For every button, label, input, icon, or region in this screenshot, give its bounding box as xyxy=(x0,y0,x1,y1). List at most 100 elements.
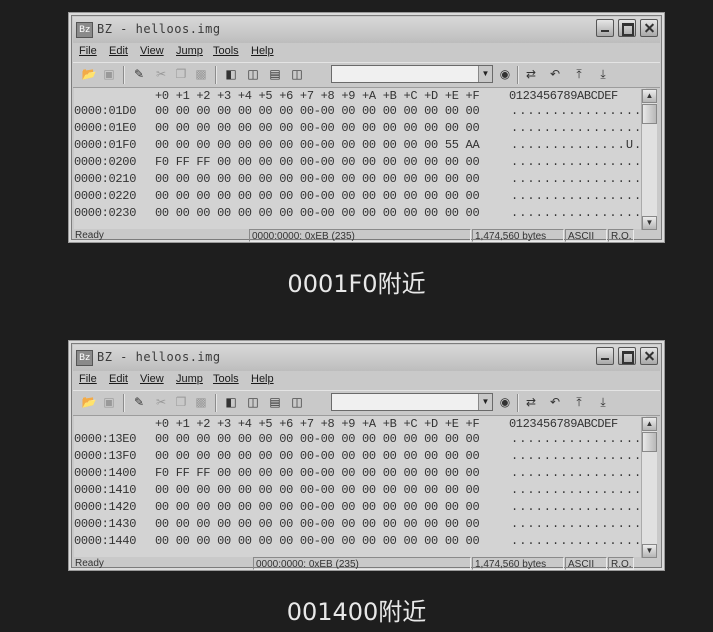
row-ascii: ..............U. xyxy=(511,138,643,152)
paste-icon[interactable]: ▩ xyxy=(193,66,209,82)
maximize-button[interactable] xyxy=(618,19,636,37)
row-address: 0000:01D0 xyxy=(74,104,137,118)
scroll-down-icon[interactable]: ▼ xyxy=(642,216,657,230)
view-split-vertical-icon[interactable]: ◫ xyxy=(245,394,261,410)
row-address: 0000:1440 xyxy=(74,534,137,548)
paste-icon[interactable]: ▩ xyxy=(193,394,209,410)
title-bar[interactable]: Bz BZ - helloos.img xyxy=(73,345,660,371)
menu-file[interactable]: File xyxy=(79,45,97,57)
save-icon[interactable]: ▣ xyxy=(101,66,117,82)
minimize-button[interactable] xyxy=(596,19,614,37)
row-address: 0000:13E0 xyxy=(74,432,137,446)
jump-top-icon[interactable]: ⤒ xyxy=(571,394,587,410)
menu-view[interactable]: View xyxy=(140,45,164,57)
view-compare-icon[interactable]: ◫ xyxy=(289,394,305,410)
row-ascii: ................ xyxy=(511,155,643,169)
menu-jump[interactable]: Jump xyxy=(176,373,203,385)
close-button[interactable] xyxy=(640,347,658,365)
copy-icon[interactable]: ❐ xyxy=(173,394,189,410)
save-icon[interactable]: ▣ xyxy=(101,394,117,410)
status-mode: R.O. xyxy=(608,557,634,570)
ascii-column-header: 0123456789ABCDEF xyxy=(509,89,618,103)
status-ready: Ready xyxy=(75,230,104,241)
chevron-down-icon[interactable]: ▼ xyxy=(478,394,492,410)
caption-2: 001400附近 xyxy=(286,598,427,626)
open-icon[interactable]: 📂 xyxy=(81,66,97,82)
jump-top-icon[interactable]: ⤒ xyxy=(571,66,587,82)
row-ascii: ................ xyxy=(511,189,643,203)
vertical-scrollbar[interactable]: ▲ ▼ xyxy=(641,417,657,558)
status-encoding: ASCII xyxy=(565,557,607,570)
menu-edit[interactable]: Edit xyxy=(109,45,128,57)
row-ascii: ................ xyxy=(511,121,643,135)
menu-edit[interactable]: Edit xyxy=(109,373,128,385)
compare-icon[interactable]: ⇄ xyxy=(523,66,539,82)
status-position: 0000:0000: 0xEB (235) xyxy=(253,557,471,570)
binoculars-icon[interactable]: ◉ xyxy=(497,66,513,82)
cut-mode-icon[interactable]: ✎ xyxy=(131,66,147,82)
toolbar-separator xyxy=(215,394,217,412)
row-bytes: F0 FF FF 00 00 00 00 00-00 00 00 00 00 0… xyxy=(155,155,480,169)
caption-1: 0001F0附近 xyxy=(287,270,426,298)
menu-jump[interactable]: Jump xyxy=(176,45,203,57)
view-single-icon[interactable]: ◧ xyxy=(223,66,239,82)
hex-column-header: +0 +1 +2 +3 +4 +5 +6 +7 +8 +9 +A +B +C +… xyxy=(155,89,480,103)
view-split-horizontal-icon[interactable]: ▤ xyxy=(267,394,283,410)
maximize-button[interactable] xyxy=(618,347,636,365)
hex-column-header: +0 +1 +2 +3 +4 +5 +6 +7 +8 +9 +A +B +C +… xyxy=(155,417,480,431)
menu-file[interactable]: File xyxy=(79,373,97,385)
chevron-down-icon[interactable]: ▼ xyxy=(478,66,492,82)
search-combo[interactable]: ▼ xyxy=(331,393,493,411)
row-ascii: ................ xyxy=(511,449,643,463)
binoculars-icon[interactable]: ◉ xyxy=(497,394,513,410)
title-bar[interactable]: Bz BZ - helloos.img xyxy=(73,17,660,43)
hex-view[interactable]: +0 +1 +2 +3 +4 +5 +6 +7 +8 +9 +A +B +C +… xyxy=(74,416,646,557)
row-address: 0000:1400 xyxy=(74,466,137,480)
status-mode: R.O. xyxy=(608,229,634,242)
status-encoding: ASCII xyxy=(565,229,607,242)
view-single-icon[interactable]: ◧ xyxy=(223,394,239,410)
jump-bottom-icon[interactable]: ⤓ xyxy=(595,66,611,82)
scroll-down-icon[interactable]: ▼ xyxy=(642,544,657,558)
search-combo[interactable]: ▼ xyxy=(331,65,493,83)
row-bytes: 00 00 00 00 00 00 00 00-00 00 00 00 00 0… xyxy=(155,138,480,152)
hex-view[interactable]: +0 +1 +2 +3 +4 +5 +6 +7 +8 +9 +A +B +C +… xyxy=(74,88,646,229)
scroll-thumb[interactable] xyxy=(642,432,657,452)
row-address: 0000:01F0 xyxy=(74,138,137,152)
view-split-vertical-icon[interactable]: ◫ xyxy=(245,66,261,82)
toolbar: 📂 ▣ ✎ ✂ ❐ ▩ ◧ ◫ ▤ ◫ ▼ ◉ ⇄ ↶ ⤒ ⤓ xyxy=(73,62,660,88)
close-button[interactable] xyxy=(640,19,658,37)
scroll-up-icon[interactable]: ▲ xyxy=(642,417,657,431)
undo-icon[interactable]: ↶ xyxy=(547,66,563,82)
scroll-up-icon[interactable]: ▲ xyxy=(642,89,657,103)
view-compare-icon[interactable]: ◫ xyxy=(289,66,305,82)
jump-bottom-icon[interactable]: ⤓ xyxy=(595,394,611,410)
menu-view[interactable]: View xyxy=(140,373,164,385)
row-bytes: 00 00 00 00 00 00 00 00-00 00 00 00 00 0… xyxy=(155,483,480,497)
vertical-scrollbar[interactable]: ▲ ▼ xyxy=(641,89,657,230)
cut-icon[interactable]: ✂ xyxy=(153,66,169,82)
app-icon: Bz xyxy=(76,22,93,38)
open-icon[interactable]: 📂 xyxy=(81,394,97,410)
menu-help[interactable]: Help xyxy=(251,373,274,385)
cut-mode-icon[interactable]: ✎ xyxy=(131,394,147,410)
scroll-thumb[interactable] xyxy=(642,104,657,124)
undo-icon[interactable]: ↶ xyxy=(547,394,563,410)
cut-icon[interactable]: ✂ xyxy=(153,394,169,410)
row-ascii: ................ xyxy=(511,500,643,514)
status-ready: Ready xyxy=(75,558,104,569)
menu-help[interactable]: Help xyxy=(251,45,274,57)
minimize-button[interactable] xyxy=(596,347,614,365)
toolbar-separator xyxy=(517,394,519,412)
menu-bar: File Edit View Jump Tools Help xyxy=(73,371,660,389)
compare-icon[interactable]: ⇄ xyxy=(523,394,539,410)
row-bytes: 00 00 00 00 00 00 00 00-00 00 00 00 00 0… xyxy=(155,432,480,446)
menu-tools[interactable]: Tools xyxy=(213,373,239,385)
view-split-horizontal-icon[interactable]: ▤ xyxy=(267,66,283,82)
row-address: 0000:1430 xyxy=(74,517,137,531)
row-bytes: 00 00 00 00 00 00 00 00-00 00 00 00 00 0… xyxy=(155,104,480,118)
row-ascii: ................ xyxy=(511,483,643,497)
copy-icon[interactable]: ❐ xyxy=(173,66,189,82)
menu-tools[interactable]: Tools xyxy=(213,45,239,57)
row-ascii: ................ xyxy=(511,432,643,446)
